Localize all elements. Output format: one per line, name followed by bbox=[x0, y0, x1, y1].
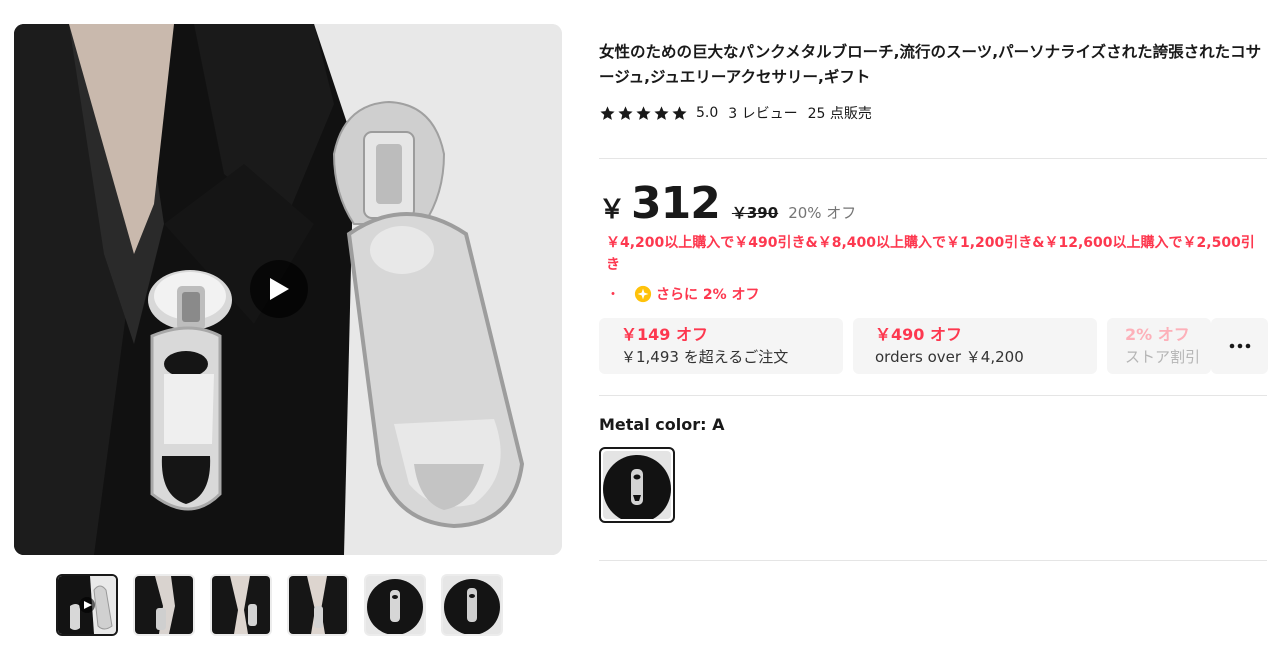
extra-discount-label: さらに 2% オフ bbox=[656, 287, 760, 303]
discount-percent: 20% オフ bbox=[788, 204, 857, 222]
thumbnail-image bbox=[135, 576, 193, 634]
price-currency: ￥ bbox=[599, 195, 626, 225]
main-product-image[interactable] bbox=[14, 24, 562, 555]
thumbnail-image bbox=[443, 576, 501, 634]
divider bbox=[599, 395, 1267, 396]
coupon-amount: ￥149 オフ bbox=[621, 325, 708, 344]
review-count-link[interactable]: 3 レビュー bbox=[728, 103, 797, 123]
star-icon bbox=[618, 105, 633, 120]
coupon-condition: ストア割引 bbox=[1125, 348, 1201, 366]
thumbnail-3[interactable] bbox=[210, 574, 272, 636]
current-price: 312 bbox=[631, 178, 721, 229]
thumbnail-image bbox=[366, 576, 424, 634]
original-price: ￥390 bbox=[731, 204, 779, 222]
more-dots-icon bbox=[1229, 343, 1250, 349]
star-icon bbox=[636, 105, 651, 120]
thumbnail-5[interactable] bbox=[364, 574, 426, 636]
video-play-button[interactable] bbox=[250, 260, 308, 318]
price-row: ￥ 312 ￥390 20% オフ bbox=[599, 178, 856, 229]
tiered-discount-text[interactable]: ￥4,200以上購入で￥490引き&￥8,400以上購入で￥1,200引き&￥1… bbox=[606, 232, 1256, 276]
coupon-card-2[interactable]: ￥490 オフ orders over ￥4,200 bbox=[853, 318, 1097, 374]
thumbnail-image bbox=[212, 576, 270, 634]
thumbnail-strip bbox=[56, 574, 503, 636]
coupon-list: ￥149 オフ ￥1,493 を超えるご注文 ￥490 オフ orders ov… bbox=[599, 318, 1211, 374]
more-coupons-button[interactable] bbox=[1211, 318, 1268, 374]
thumbnail-2[interactable] bbox=[133, 574, 195, 636]
bullet: ・ bbox=[606, 287, 620, 303]
thumbnail-image bbox=[289, 576, 347, 634]
rating-score: 5.0 bbox=[696, 105, 719, 121]
coin-icon bbox=[634, 285, 652, 303]
divider bbox=[599, 560, 1267, 561]
thumbnail-image bbox=[58, 576, 116, 634]
play-icon bbox=[270, 278, 289, 300]
extra-discount-row[interactable]: ・ さらに 2% オフ bbox=[606, 284, 760, 304]
thumbnail-6[interactable] bbox=[441, 574, 503, 636]
coupon-condition: orders over ￥4,200 bbox=[875, 348, 1024, 366]
coupon-card-1[interactable]: ￥149 オフ ￥1,493 を超えるご注文 bbox=[599, 318, 843, 374]
star-icon bbox=[672, 105, 687, 120]
product-info: 女性のための巨大なパンクメタルブローチ,流行のスーツ,パーソナライズされた誇張さ… bbox=[599, 40, 1267, 124]
star-icon bbox=[654, 105, 669, 120]
star-rating[interactable] bbox=[599, 105, 688, 122]
coupon-condition: ￥1,493 を超えるご注文 bbox=[621, 348, 789, 366]
coupon-amount: 2% オフ bbox=[1125, 325, 1190, 344]
color-swatch-a[interactable] bbox=[599, 447, 675, 523]
divider bbox=[599, 158, 1267, 159]
sold-count: 25 点販売 bbox=[807, 106, 872, 122]
swatch-image bbox=[603, 451, 671, 519]
product-title: 女性のための巨大なパンクメタルブローチ,流行のスーツ,パーソナライズされた誇張さ… bbox=[599, 43, 1262, 86]
star-icon bbox=[600, 105, 615, 120]
thumbnail-4[interactable] bbox=[287, 574, 349, 636]
coupon-card-3[interactable]: 2% オフ ストア割引 bbox=[1107, 318, 1211, 374]
variant-label: Metal color: A bbox=[599, 415, 725, 434]
thumbnail-1[interactable] bbox=[56, 574, 118, 636]
rating-row: 5.0 3 レビュー 25 点販売 bbox=[599, 102, 1267, 124]
coupon-amount: ￥490 オフ bbox=[875, 325, 962, 344]
